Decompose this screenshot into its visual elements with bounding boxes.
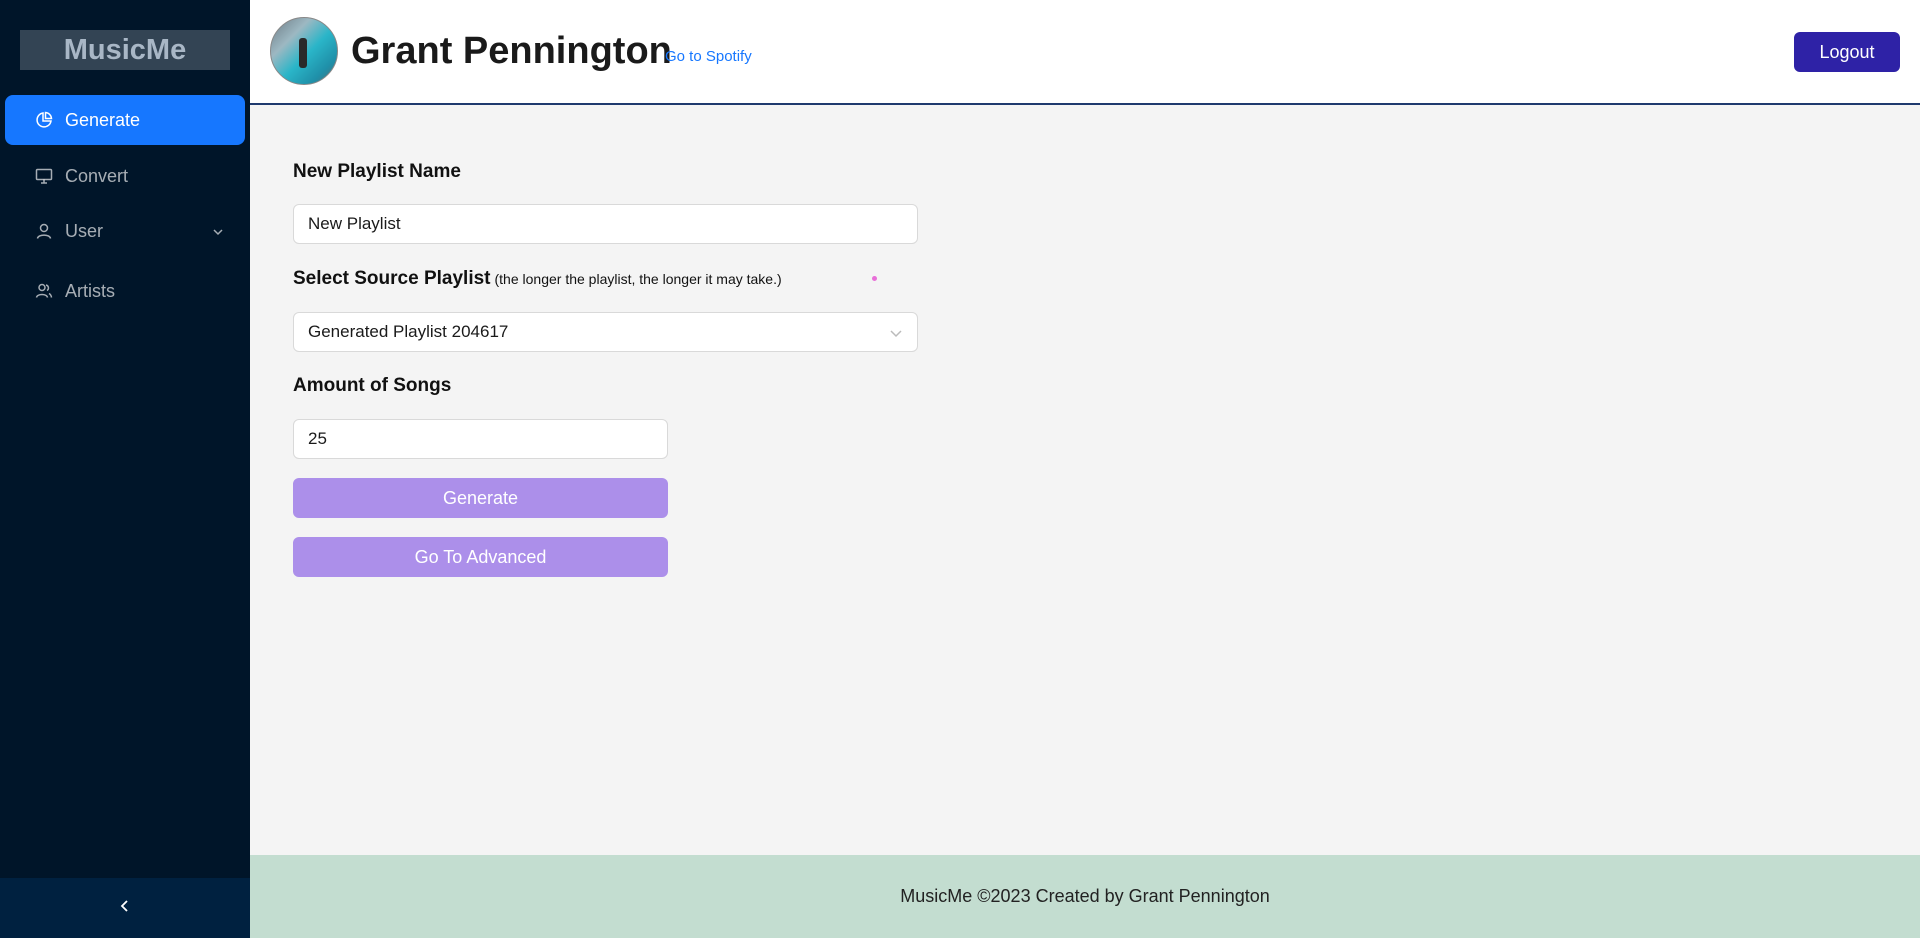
playlist-name-input[interactable]: New Playlist (293, 204, 918, 244)
app-logo: MusicMe (20, 30, 230, 70)
header: Grant Pennington Go to Spotify Logout (250, 0, 1920, 105)
logout-button[interactable]: Logout (1794, 32, 1900, 72)
footer: MusicMe ©2023 Created by Grant Penningto… (250, 855, 1920, 938)
go-to-spotify-link[interactable]: Go to Spotify (665, 48, 752, 65)
generate-button[interactable]: Generate (293, 478, 668, 518)
source-playlist-label: Select Source Playlist (the longer the pl… (293, 268, 782, 290)
user-icon (35, 222, 53, 240)
sidebar-item-label: Artists (65, 280, 116, 301)
playlist-name-label: New Playlist Name (293, 161, 461, 182)
pie-chart-icon (35, 111, 53, 129)
sidebar-collapse-button[interactable] (0, 878, 250, 938)
amount-input[interactable]: 25 (293, 419, 668, 459)
footer-text: MusicMe ©2023 Created by Grant Penningto… (900, 886, 1270, 906)
source-playlist-hint: (the longer the playlist, the longer it … (494, 271, 782, 287)
sidebar-item-user[interactable]: User (5, 206, 245, 256)
desktop-icon (35, 167, 53, 185)
go-to-advanced-button[interactable]: Go To Advanced (293, 537, 668, 577)
sidebar-item-label: Convert (65, 165, 129, 186)
source-playlist-value: Generated Playlist 204617 (308, 322, 509, 341)
amount-label: Amount of Songs (293, 375, 452, 396)
team-icon (35, 282, 53, 300)
amount-value: 25 (308, 429, 327, 448)
sidebar-item-artists[interactable]: Artists (5, 266, 245, 316)
chevron-left-icon (117, 898, 133, 919)
sidebar-item-label: Generate (65, 109, 141, 130)
avatar (270, 17, 338, 85)
sidebar: MusicMe Generate Convert User Artists (0, 0, 250, 938)
page-title: Grant Pennington (351, 30, 672, 72)
sidebar-item-convert[interactable]: Convert (5, 151, 245, 201)
playlist-name-value: New Playlist (308, 214, 401, 233)
sidebar-item-label: User (65, 220, 104, 241)
main-content: New Playlist Name New Playlist Select So… (250, 107, 1920, 855)
chevron-down-icon (211, 223, 225, 237)
decorative-dot (872, 276, 877, 281)
sidebar-item-generate[interactable]: Generate (5, 95, 245, 145)
source-playlist-label-text: Select Source Playlist (293, 268, 491, 289)
source-playlist-select[interactable]: Generated Playlist 204617 (293, 312, 918, 352)
chevron-down-icon (889, 325, 903, 345)
